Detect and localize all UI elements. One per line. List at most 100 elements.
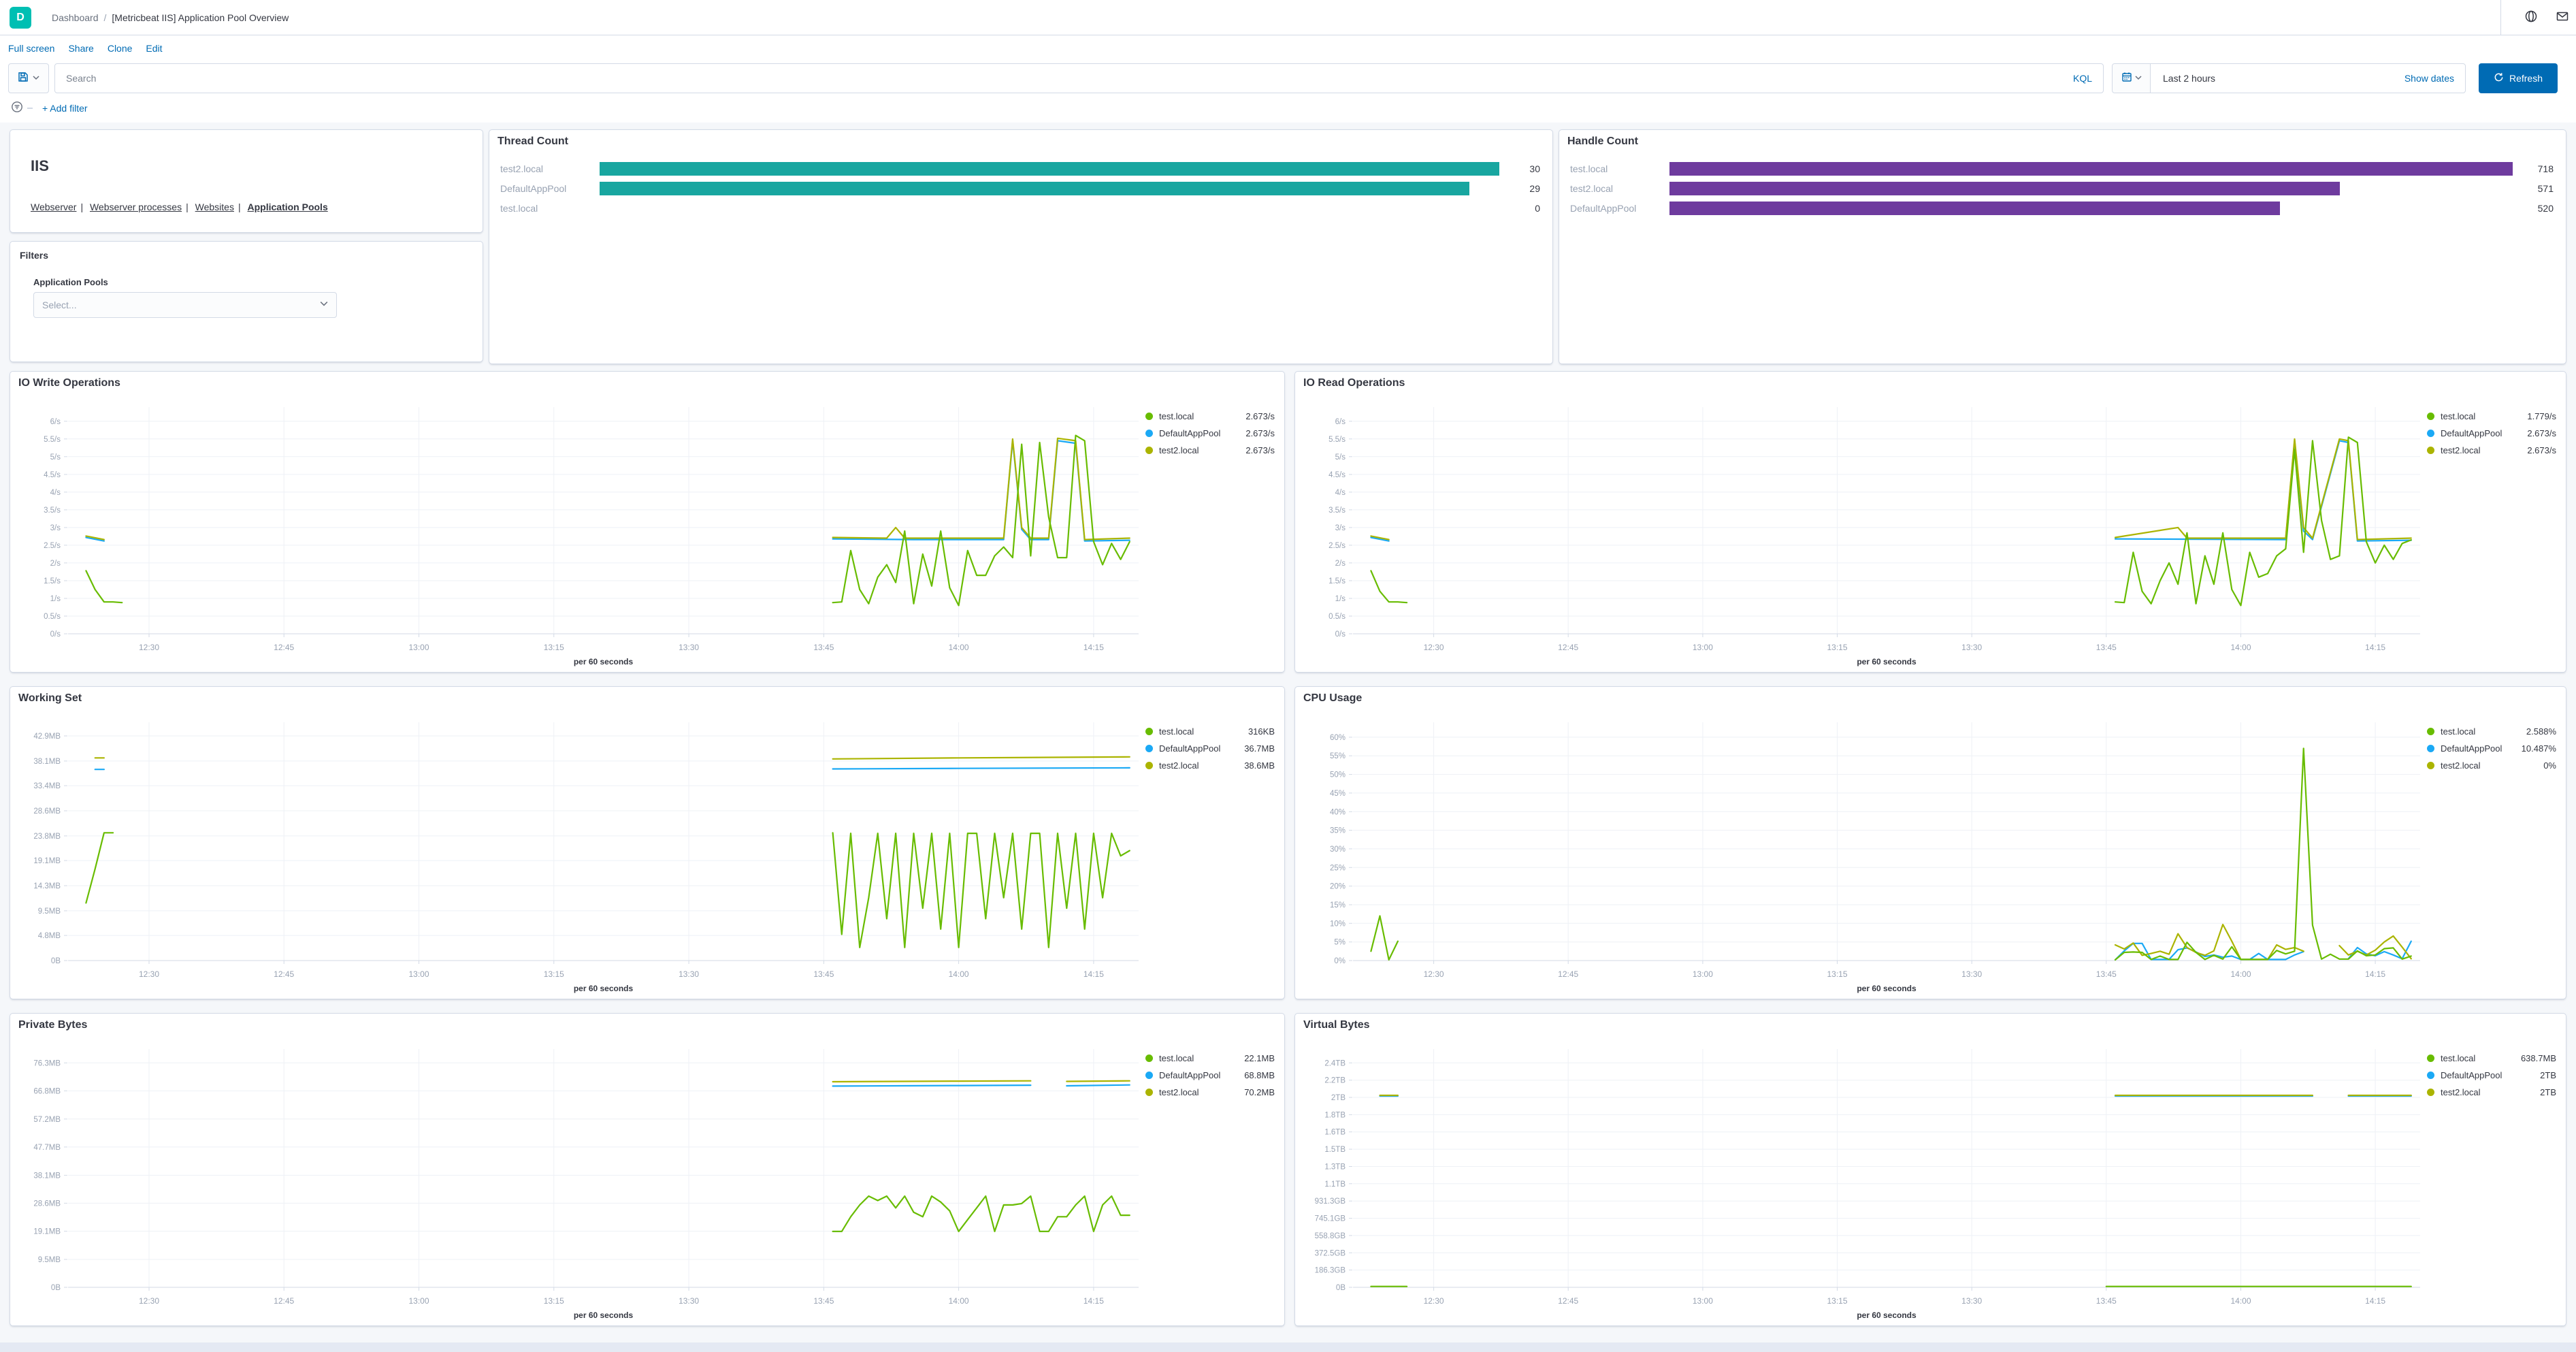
legend-series-value: 2TB xyxy=(2540,1070,2556,1080)
app-header: D Dashboard / [Metricbeat IIS] Applicati… xyxy=(0,0,2576,35)
chevron-down-icon xyxy=(33,72,39,84)
svg-text:13:45: 13:45 xyxy=(2096,969,2117,979)
bar-category-label: test.local xyxy=(1570,161,1608,176)
svg-text:2.4TB: 2.4TB xyxy=(1324,1059,1346,1067)
bar-category-label: test2.local xyxy=(1570,181,1613,196)
legend-dot-icon xyxy=(2427,1072,2434,1079)
legend-item[interactable]: test.local 22.1MB xyxy=(1145,1053,1275,1063)
application-pools-select[interactable]: Select... xyxy=(33,292,337,318)
legend-item[interactable]: test.local2.673/s xyxy=(1145,411,1275,421)
bar-row[interactable]: DefaultAppPool520 xyxy=(1559,201,2566,216)
globe-icon[interactable] xyxy=(2524,10,2538,27)
line-chart[interactable]: 12:3012:4513:0013:1513:3013:4514:0014:15… xyxy=(1295,396,2430,672)
legend-series-name: test2.local xyxy=(2441,1087,2481,1097)
legend-item[interactable]: test2.local2TB xyxy=(2427,1087,2556,1097)
svg-text:12:45: 12:45 xyxy=(1558,1296,1578,1306)
breadcrumb-dashboard[interactable]: Dashboard xyxy=(52,12,99,23)
legend-item[interactable]: test2.local70.2MB xyxy=(1145,1087,1275,1097)
legend-item[interactable]: test.local1.779/s xyxy=(2427,411,2556,421)
legend-item[interactable]: test2.local38.6MB xyxy=(1145,760,1275,771)
legend-series-name: test.local xyxy=(1159,1053,1194,1063)
iis-link-application-pools[interactable]: Application Pools xyxy=(248,202,328,212)
svg-text:28.6MB: 28.6MB xyxy=(33,807,61,816)
iis-link-webserver-processes[interactable]: Webserver processes xyxy=(90,202,182,212)
bar-value: 0 xyxy=(1535,201,1540,216)
line-chart[interactable]: 12:3012:4513:0013:1513:3013:4514:0014:15… xyxy=(10,711,1148,999)
search-input[interactable]: Search KQL xyxy=(54,63,2104,93)
bar[interactable] xyxy=(1669,182,2340,195)
legend-item[interactable]: test2.local2.673/s xyxy=(1145,445,1275,455)
legend-dot-icon xyxy=(2427,745,2434,752)
legend-item[interactable]: test.local2.588% xyxy=(2427,726,2556,737)
svg-text:14:15: 14:15 xyxy=(2365,1296,2385,1306)
query-language-badge[interactable]: KQL xyxy=(2073,73,2092,84)
iis-link-webserver[interactable]: Webserver xyxy=(31,202,76,212)
iis-link-websites[interactable]: Websites xyxy=(195,202,234,212)
refresh-button[interactable]: Refresh xyxy=(2479,63,2558,93)
svg-text:13:45: 13:45 xyxy=(813,1296,834,1306)
refresh-icon xyxy=(2494,72,2504,84)
bar-row[interactable]: DefaultAppPool29 xyxy=(489,181,1552,196)
calendar-button[interactable] xyxy=(2113,64,2151,93)
line-chart[interactable]: 12:3012:4513:0013:1513:3013:4514:0014:15… xyxy=(1295,711,2430,999)
share-link[interactable]: Share xyxy=(68,43,93,54)
clone-link[interactable]: Clone xyxy=(108,43,133,54)
edit-link[interactable]: Edit xyxy=(146,43,162,54)
svg-text:14:00: 14:00 xyxy=(949,969,969,979)
line-chart[interactable]: 12:3012:4513:0013:1513:3013:4514:0014:15… xyxy=(1295,1038,2430,1325)
legend-item[interactable]: test2.local0% xyxy=(2427,760,2556,771)
svg-text:13:45: 13:45 xyxy=(813,969,834,979)
legend-item[interactable]: test.local316KB xyxy=(1145,726,1275,737)
svg-text:12:45: 12:45 xyxy=(1558,969,1578,979)
save-query-button[interactable] xyxy=(8,63,49,93)
bar[interactable] xyxy=(600,162,1499,176)
bar[interactable] xyxy=(600,182,1469,195)
legend-series-value: 10.487% xyxy=(2522,743,2556,754)
bar[interactable] xyxy=(1669,162,2513,176)
legend-item[interactable]: DefaultAppPool36.7MB xyxy=(1145,743,1275,754)
svg-text:14.3MB: 14.3MB xyxy=(33,882,61,890)
legend-item[interactable]: test.local638.7MB xyxy=(2427,1053,2556,1063)
panel-title: Virtual Bytes xyxy=(1303,1019,1370,1031)
envelope-icon[interactable] xyxy=(2556,10,2569,27)
svg-text:13:00: 13:00 xyxy=(1693,1296,1713,1306)
legend-series-value: 2.588% xyxy=(2526,726,2556,737)
add-filter-button[interactable]: + Add filter xyxy=(42,103,88,114)
legend-series-value: 2.673/s xyxy=(1245,428,1275,438)
calendar-icon xyxy=(2121,71,2132,86)
svg-text:13:45: 13:45 xyxy=(2096,643,2117,652)
legend-item[interactable]: DefaultAppPool10.487% xyxy=(2427,743,2556,754)
svg-text:55%: 55% xyxy=(1330,752,1346,760)
line-chart[interactable]: 12:3012:4513:0013:1513:3013:4514:0014:15… xyxy=(10,396,1148,672)
bar[interactable] xyxy=(1669,202,2280,215)
dashboard-app-icon[interactable]: D xyxy=(10,7,31,29)
legend-item[interactable]: DefaultAppPool2.673/s xyxy=(2427,428,2556,438)
filter-options-icon[interactable] xyxy=(11,101,23,116)
legend-dot-icon xyxy=(1145,1072,1153,1079)
bar-value: 30 xyxy=(1529,161,1540,176)
page-title: [Metricbeat IIS] Application Pool Overvi… xyxy=(112,12,289,23)
full-screen-link[interactable]: Full screen xyxy=(8,43,54,54)
line-chart[interactable]: 12:3012:4513:0013:1513:3013:4514:0014:15… xyxy=(10,1038,1148,1325)
bar-value: 718 xyxy=(2538,161,2554,176)
bar-row[interactable]: test2.local571 xyxy=(1559,181,2566,196)
svg-text:3.5/s: 3.5/s xyxy=(1328,506,1346,515)
svg-text:4.8MB: 4.8MB xyxy=(38,932,61,940)
bar-row[interactable]: test2.local30 xyxy=(489,161,1552,176)
bar-row[interactable]: test.local0 xyxy=(489,201,1552,216)
svg-text:13:00: 13:00 xyxy=(408,969,429,979)
legend-dot-icon xyxy=(2427,1089,2434,1096)
legend-series-value: 22.1MB xyxy=(1244,1053,1275,1063)
svg-text:45%: 45% xyxy=(1330,790,1346,798)
legend-item[interactable]: DefaultAppPool2TB xyxy=(2427,1070,2556,1080)
legend-item[interactable]: DefaultAppPool2.673/s xyxy=(1145,428,1275,438)
legend-item[interactable]: DefaultAppPool68.8MB xyxy=(1145,1070,1275,1080)
svg-text:12:45: 12:45 xyxy=(274,969,294,979)
time-range-value[interactable]: Last 2 hours xyxy=(2151,73,2404,84)
bar-row[interactable]: test.local 718 xyxy=(1559,161,2566,176)
legend-item[interactable]: test2.local2.673/s xyxy=(2427,445,2556,455)
show-dates-button[interactable]: Show dates xyxy=(2404,73,2465,84)
panel-title: Handle Count xyxy=(1567,135,1638,148)
legend-series-value: 70.2MB xyxy=(1244,1087,1275,1097)
iis-links: Webserver| Webserver processes| Websites… xyxy=(31,202,328,212)
